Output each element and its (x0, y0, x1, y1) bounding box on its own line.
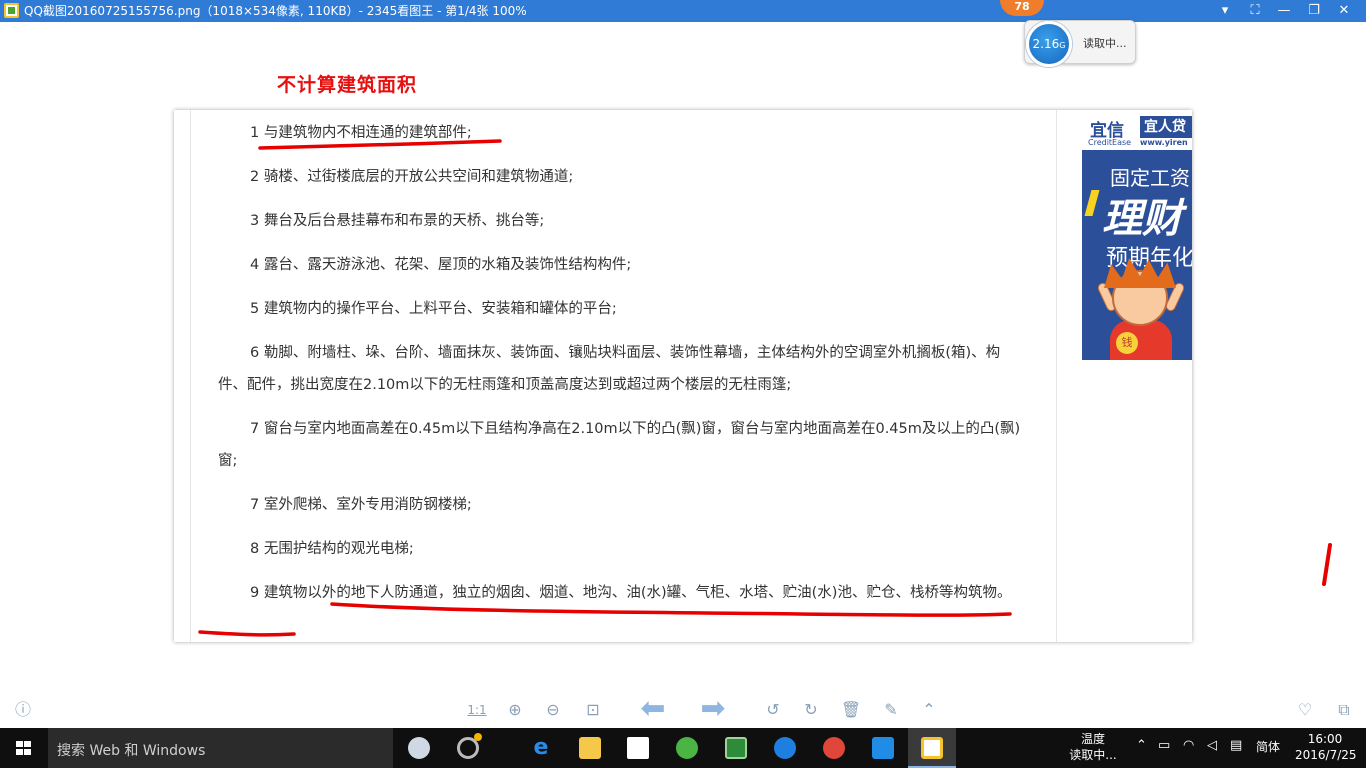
start-button[interactable] (0, 728, 48, 768)
restore-button[interactable]: ❐ (1300, 1, 1328, 21)
memory-unit: G (1059, 41, 1066, 50)
globe-icon (676, 737, 698, 759)
actual-size-button[interactable]: 1:1 (464, 698, 490, 722)
windows-logo-icon (16, 741, 31, 755)
file-explorer[interactable] (566, 728, 614, 768)
ime-indicator[interactable]: 简体 (1256, 738, 1280, 755)
g-icon (823, 737, 845, 759)
favorite-icon[interactable]: ♡ (1294, 698, 1316, 722)
g-icon (774, 737, 796, 759)
zoom-out-icon[interactable]: ⊖ (542, 698, 564, 722)
window-titlebar: QQ截图20160725155756.png（1018×534像素, 110KB… (0, 0, 1366, 22)
fullscreen-button[interactable]: ⛶ (1241, 1, 1269, 21)
list-item: 7 窗台与室内地面高差在0.45m以下且结构净高在2.10m以下的凸(飘)窗，窗… (218, 421, 1021, 469)
rotate-right-icon[interactable]: ↻ (800, 698, 822, 722)
browser-360[interactable] (663, 728, 711, 768)
windows-taskbar: 搜索 Web 和 Windows e 温度 读取中... ⌃ ▭ ◠ ◁ ▤ 简… (0, 728, 1366, 768)
folder-icon[interactable]: ⧉ (1333, 698, 1355, 722)
search-placeholder: 搜索 Web 和 Windows (57, 743, 206, 759)
taskbar-search-box[interactable]: 搜索 Web 和 Windows (48, 728, 393, 768)
task-view-app[interactable] (395, 728, 443, 768)
tray-temperature[interactable]: 温度 读取中... (1068, 731, 1118, 763)
image-viewport[interactable]: 1 与建筑物内不相连通的建筑部件; 2 骑楼、过街楼底层的开放公共空间和建筑物通… (174, 110, 1192, 642)
app-icon (408, 737, 430, 759)
taskbar-clock[interactable]: 16:00 2016/7/25 (1295, 731, 1357, 763)
edge-browser[interactable]: e (517, 728, 565, 768)
rotate-left-icon[interactable]: ↺ (762, 698, 784, 722)
ad-logo-2: 宜人贷 (1140, 116, 1192, 138)
battery-icon[interactable]: ▭ (1158, 738, 1170, 753)
message-icon[interactable]: ▤ (1230, 738, 1242, 753)
menu-dropdown-button[interactable]: ▾ (1211, 1, 1239, 21)
more-up-icon[interactable]: ⌃ (918, 698, 940, 722)
info-icon[interactable]: ⓘ (12, 698, 34, 722)
list-item: 9 建筑物以外的地下人防通道，独立的烟囱、烟道、地沟、油(水)罐、气柜、水塔、贮… (250, 585, 1012, 601)
ad-banner[interactable]: 宜信 CreditEase 宜人贷 www.yiren 固定工资 理财 预期年化… (1082, 110, 1192, 360)
speed-widget[interactable]: 2.16G 读取中... (1024, 20, 1136, 67)
delete-icon[interactable]: 🗑 (840, 698, 862, 722)
viewer-toolbar: ⓘ 1:1 ⊕ ⊖ ⊡ ⬅ ➡ ↺ ↻ 🗑 ✎ ⌃ ♡ ⧉ (0, 692, 1366, 728)
image-viewer-app[interactable] (908, 728, 956, 768)
ad-accent (1084, 190, 1100, 216)
app-g-red[interactable] (810, 728, 858, 768)
ad-line-2: 理财 (1102, 196, 1182, 242)
screen-icon (725, 737, 747, 759)
list-item: 4 露台、露天游泳池、花架、屋顶的水箱及装饰性结构构件; (250, 257, 632, 273)
list-item: 3 舞台及后台悬挂幕布和布景的天桥、挑台等; (250, 213, 545, 229)
list-item: 2 骑楼、过街楼底层的开放公共空间和建筑物通道; (250, 169, 574, 185)
ad-url: www.yiren (1140, 138, 1188, 147)
volume-icon[interactable]: ◁ (1207, 738, 1217, 753)
column-divider (1056, 110, 1057, 642)
zoom-in-icon[interactable]: ⊕ (504, 698, 526, 722)
app-g-blue[interactable] (761, 728, 809, 768)
taskbar-app-2[interactable] (444, 728, 492, 768)
close-button[interactable]: ✕ (1330, 1, 1358, 21)
minimize-button[interactable]: — (1270, 1, 1298, 21)
previous-arrow-icon[interactable]: ⬅ (634, 694, 672, 724)
temperature-label: 温度 (1080, 732, 1105, 746)
stroke-mark (1322, 543, 1332, 586)
memory-value: 2.16 (1032, 37, 1060, 51)
column-divider (190, 110, 191, 642)
ad-coin: 钱 (1116, 332, 1138, 354)
clock-time: 16:00 (1307, 732, 1343, 746)
plus-icon (872, 737, 894, 759)
window-title: QQ截图20160725155756.png（1018×534像素, 110KB… (24, 4, 527, 18)
list-item: 7 室外爬梯、室外专用消防钢楼梯; (250, 497, 472, 513)
list-item: 6 勒脚、附墙柱、垛、台阶、墙面抹灰、装饰面、镶贴块料面层、装饰性幕墙，主体结构… (218, 345, 1001, 393)
media-app[interactable] (712, 728, 760, 768)
chevron-up-icon[interactable]: ⌃ (1136, 738, 1147, 753)
list-item: 8 无围护结构的观光电梯; (250, 541, 414, 557)
list-item: 5 建筑物内的操作平台、上料平台、安装箱和罐体的平台; (250, 301, 617, 317)
fit-window-icon[interactable]: ⊡ (582, 698, 604, 722)
notification-dot (474, 733, 482, 741)
page-heading: 不计算建筑面积 (277, 74, 418, 96)
wifi-icon[interactable]: ◠ (1183, 738, 1194, 753)
speed-status: 读取中... (1083, 37, 1127, 50)
list-item: 1 与建筑物内不相连通的建筑部件; (250, 125, 472, 141)
memory-ball[interactable]: 2.16G (1026, 21, 1072, 67)
store-icon (627, 737, 649, 759)
edit-icon[interactable]: ✎ (880, 698, 902, 722)
clock-date: 2016/7/25 (1295, 748, 1357, 762)
app-icon (4, 3, 19, 18)
next-arrow-icon[interactable]: ➡ (694, 694, 732, 724)
app-plus[interactable] (859, 728, 907, 768)
store-app[interactable] (614, 728, 662, 768)
folder-icon (579, 737, 601, 759)
ad-logo-sub: CreditEase (1088, 138, 1132, 147)
image-viewer-icon (921, 737, 943, 759)
temperature-status: 读取中... (1069, 748, 1117, 762)
